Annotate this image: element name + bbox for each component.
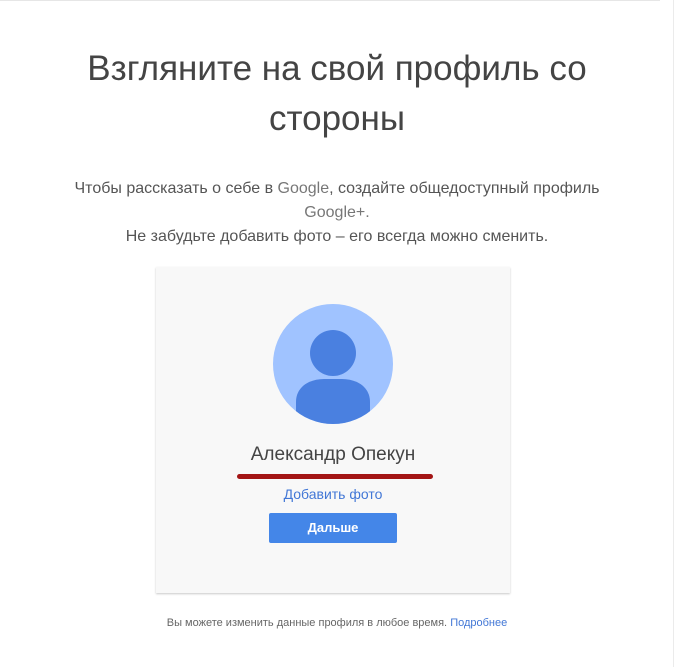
page-title-line-1: Взгляните на свой профиль со: [87, 49, 587, 88]
default-person-avatar-icon[interactable]: [273, 304, 393, 424]
intro-line-2: Google+.: [304, 204, 370, 221]
intro-brand-name: Google: [277, 180, 330, 197]
intro-line-1-suffix: , создайте общедоступный профиль: [329, 180, 600, 197]
learn-more-link[interactable]: Подробнее: [450, 617, 507, 629]
profile-card: Александр Опекун Добавить фото Дальше: [156, 267, 510, 593]
intro-line-3: Не забудьте добавить фото – его всегда м…: [125, 228, 549, 245]
page-title-line-2: стороны: [268, 99, 406, 138]
intro-line-1-prefix: Чтобы рассказать о себе в: [74, 180, 278, 197]
footer-note: Вы можете изменить данные профиля в любо…: [20, 615, 654, 631]
profile-setup-page: Взгляните на свой профиль со стороны Чтоб…: [0, 0, 674, 667]
profile-user-name: Александр Опекун: [250, 444, 416, 465]
footer-note-text: Вы можете изменить данные профиля в любо…: [166, 617, 448, 629]
add-photo-link[interactable]: Добавить фото: [156, 485, 510, 503]
next-button[interactable]: Дальше: [269, 513, 397, 543]
top-divider: [0, 0, 660, 1]
avatar-figure-graphic: [296, 330, 370, 424]
page-title: Взгляните на свой профиль со стороны: [20, 44, 654, 144]
intro-text: Чтобы рассказать о себе в Google, создай…: [20, 177, 654, 249]
name-underline-mark: [237, 474, 433, 479]
